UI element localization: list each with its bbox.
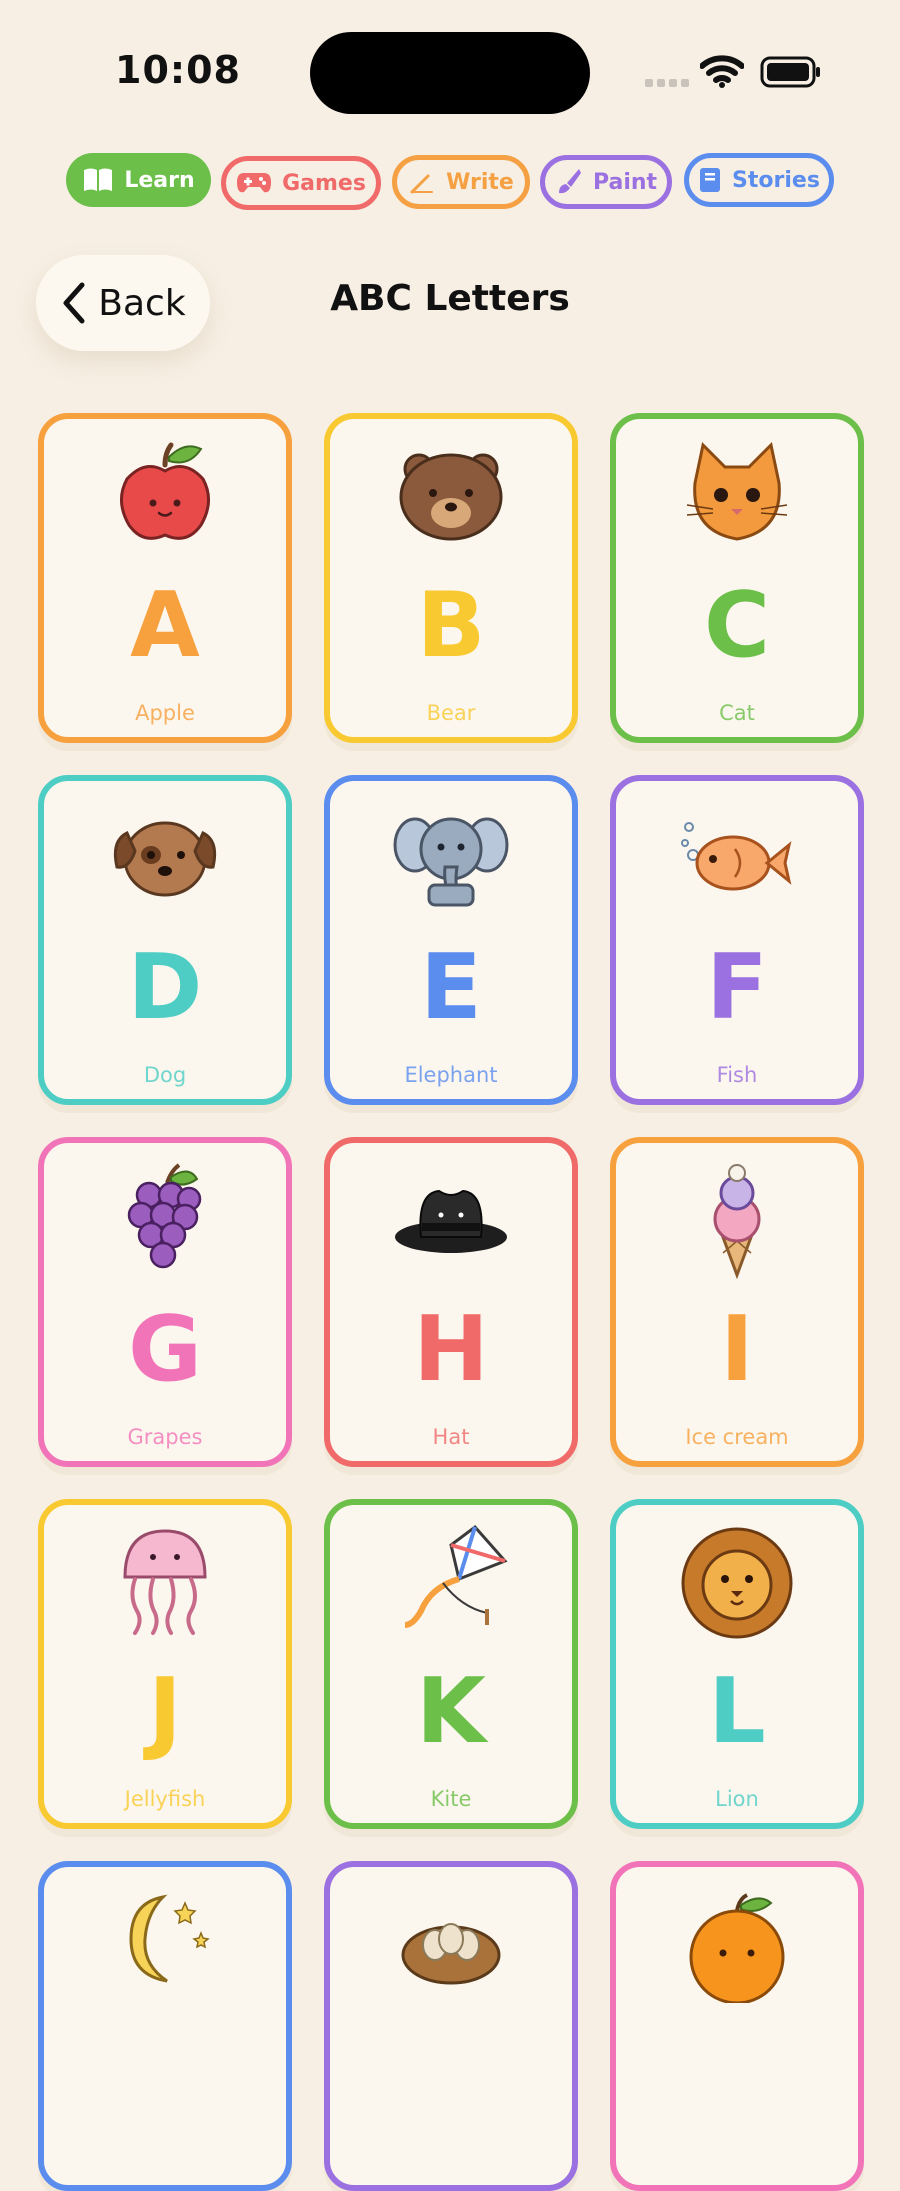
letter-card-j[interactable]: J Jellyfish [38, 1499, 292, 1829]
letter-card-m[interactable] [38, 1861, 292, 2191]
moon-icon [129, 1894, 210, 1983]
tab-label: Learn [124, 167, 195, 193]
letter-card-l[interactable]: L Lion [610, 1499, 864, 1829]
apple-icon [120, 442, 210, 540]
tab-label: Stories [732, 167, 820, 193]
ice-cream-icon [713, 1164, 761, 1279]
fish-icon [681, 822, 792, 891]
jellyfish-icon [123, 1529, 207, 1635]
back-label: Back [98, 282, 186, 324]
card-word: Ice cream [685, 1425, 789, 1449]
book-closed-icon [700, 168, 721, 192]
kite-icon [404, 1524, 508, 1628]
card-letter: D [127, 935, 203, 1040]
card-word: Dog [143, 1063, 187, 1087]
hat-icon [395, 1189, 507, 1253]
letter-card-g[interactable]: G Grapes [38, 1137, 292, 1467]
battery-icon [760, 56, 820, 88]
tab-stories[interactable]: Stories [684, 153, 834, 207]
card-letter: L [708, 1659, 766, 1764]
card-letter: G [128, 1297, 202, 1402]
page-title: ABC Letters [330, 278, 570, 319]
letter-card-o[interactable] [610, 1861, 864, 2191]
tab-label: Write [446, 169, 514, 195]
tab-label: Games [282, 170, 366, 196]
lion-icon [681, 1527, 793, 1639]
book-icon [84, 168, 113, 191]
elephant-icon [393, 817, 509, 907]
card-letter: C [703, 573, 771, 678]
letter-card-h[interactable]: H Hat [324, 1137, 578, 1467]
brush-icon [558, 169, 581, 194]
card-word: Bear [426, 701, 476, 725]
gamepad-icon [237, 173, 272, 193]
card-letter: H [413, 1297, 489, 1402]
letter-card-e[interactable]: E Elephant [324, 775, 578, 1105]
card-letter: A [130, 573, 200, 678]
back-button[interactable]: Back [36, 255, 210, 351]
card-word: Fish [716, 1063, 758, 1087]
cat-icon [686, 441, 788, 541]
tab-write[interactable]: Write [392, 155, 530, 209]
grapes-icon [127, 1163, 202, 1269]
letter-card-a[interactable]: A Apple [38, 413, 292, 743]
card-word: Cat [719, 701, 755, 725]
status-bar: 10:08 [0, 0, 900, 140]
tab-paint[interactable]: Paint [540, 155, 672, 209]
wifi-icon [700, 55, 744, 88]
tab-games[interactable]: Games [221, 156, 381, 210]
letter-card-i[interactable]: I Ice cream [610, 1137, 864, 1467]
card-word: Kite [430, 1787, 472, 1811]
card-word: Hat [432, 1425, 470, 1449]
cellular-signal-icon [645, 79, 689, 87]
nest-icon [401, 1923, 501, 1985]
card-letter: J [148, 1659, 182, 1764]
card-letter: E [420, 935, 482, 1040]
card-word: Jellyfish [124, 1787, 206, 1811]
pencil-icon [410, 174, 434, 194]
letter-card-b[interactable]: B Bear [324, 413, 578, 743]
tab-label: Paint [592, 169, 658, 195]
tab-learn[interactable]: Learn [66, 153, 211, 207]
card-word: Apple [135, 701, 195, 725]
card-word: Lion [715, 1787, 759, 1811]
letter-card-f[interactable]: F Fish [610, 775, 864, 1105]
card-word: Elephant [404, 1063, 498, 1087]
status-time: 10:08 [115, 48, 241, 92]
category-tabs: Learn Games Write Paint Stories [0, 153, 900, 217]
dynamic-island [310, 32, 590, 114]
dog-icon [113, 821, 217, 897]
card-letter: F [706, 935, 768, 1040]
letter-card-k[interactable]: K Kite [324, 1499, 578, 1829]
orange-icon [689, 1893, 785, 2003]
letter-card-c[interactable]: C Cat [610, 413, 864, 743]
card-letter: I [720, 1297, 754, 1402]
card-word: Grapes [127, 1425, 203, 1449]
card-letter: K [416, 1659, 486, 1764]
card-letter: B [416, 573, 486, 678]
letter-card-n[interactable] [324, 1861, 578, 2191]
bear-icon [399, 453, 503, 541]
letter-card-d[interactable]: D Dog [38, 775, 292, 1105]
chevron-left-icon [63, 282, 85, 324]
